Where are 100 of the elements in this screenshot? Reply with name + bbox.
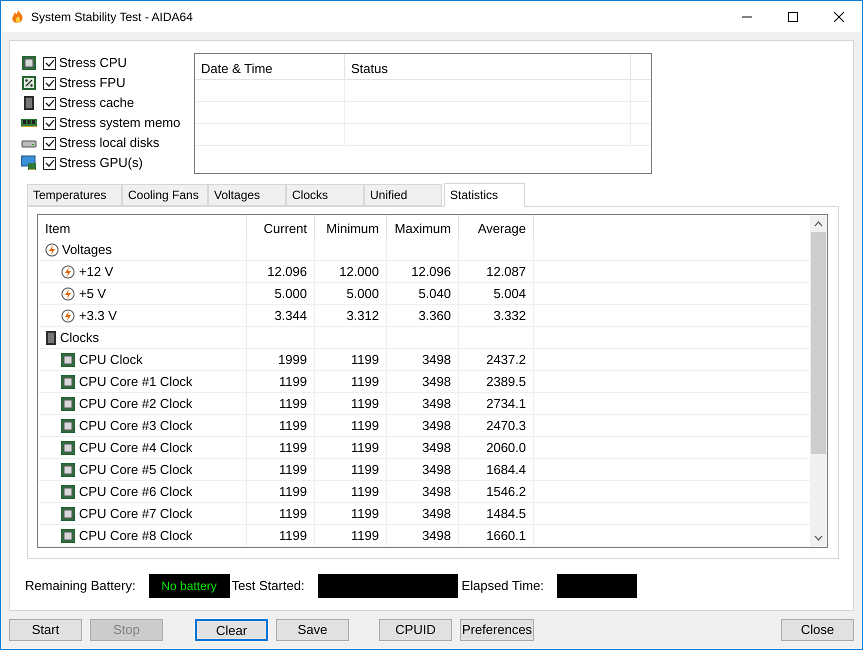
maximize-icon: [788, 12, 798, 22]
table-cell: 1199: [247, 437, 315, 458]
battery-display: No battery: [148, 574, 230, 598]
table-cell: 1999: [247, 349, 315, 370]
chip-icon: [61, 462, 75, 476]
chip-icon: [61, 528, 75, 542]
item-label: CPU Core #7 Clock: [79, 504, 192, 523]
column-header[interactable]: Item: [38, 215, 247, 239]
chip-icon: [61, 374, 75, 388]
tab[interactable]: Voltages: [208, 184, 286, 206]
item-label: CPU Core #5 Clock: [79, 460, 192, 479]
memory-chip-icon: [45, 330, 57, 344]
tab[interactable]: Temperatures: [27, 184, 122, 206]
table-cell: 1484.5: [459, 503, 534, 524]
column-header[interactable]: Average: [459, 215, 534, 239]
table-cell: 5.040: [387, 283, 459, 304]
stress-checkbox[interactable]: Stress GPU(s): [43, 153, 143, 173]
table-cell: 1199: [315, 525, 387, 546]
column-header[interactable]: Date & Time: [195, 54, 345, 79]
lightning-icon: [45, 242, 59, 256]
table-cell: 1199: [315, 371, 387, 392]
stress-checkbox[interactable]: Stress local disks: [43, 133, 160, 153]
table-cell: 1199: [315, 349, 387, 370]
scroll-thumb[interactable]: [811, 232, 826, 454]
tab[interactable]: Clocks: [286, 184, 364, 206]
table-cell: 12.087: [459, 261, 534, 282]
table-cell: 3498: [387, 393, 459, 414]
table-cell: 1199: [247, 459, 315, 480]
dialog-button[interactable]: Save: [276, 619, 349, 641]
tab[interactable]: Cooling Fans: [122, 184, 208, 206]
table-cell: 1199: [247, 371, 315, 392]
scrollbar[interactable]: [810, 215, 827, 547]
table-cell: 1199: [315, 437, 387, 458]
dialog-button[interactable]: Close: [781, 619, 854, 641]
lightning-icon: [61, 286, 75, 300]
chip-icon: [21, 55, 37, 71]
lightning-icon: [61, 264, 75, 278]
column-header[interactable]: Maximum: [387, 215, 459, 239]
tab[interactable]: Statistics: [444, 183, 525, 207]
table-cell: 1199: [247, 481, 315, 502]
table-cell: 3498: [387, 349, 459, 370]
table-cell: 1199: [315, 503, 387, 524]
tab[interactable]: Unified: [364, 184, 442, 206]
item-label: +5 V: [79, 284, 106, 303]
item-label: CPU Core #3 Clock: [79, 416, 192, 435]
monitor-icon: [21, 155, 37, 171]
window-title: System Stability Test - AIDA64: [31, 8, 193, 26]
percent-chip-icon: [21, 75, 37, 91]
table-cell: 1199: [315, 393, 387, 414]
table-cell: 3.332: [459, 305, 534, 326]
stress-checkbox[interactable]: Stress system memo: [43, 113, 180, 133]
lightning-icon: [61, 308, 75, 322]
table-cell: 3498: [387, 503, 459, 524]
item-label: CPU Core #6 Clock: [79, 482, 192, 501]
table-cell: 2734.1: [459, 393, 534, 414]
table-cell: 2389.5: [459, 371, 534, 392]
dialog-button[interactable]: Preferences: [460, 619, 534, 641]
stress-checkbox[interactable]: Stress CPU: [43, 53, 127, 73]
table-cell: 5.000: [247, 283, 315, 304]
table-cell: 1546.2: [459, 481, 534, 502]
table-cell: 2470.3: [459, 415, 534, 436]
table-cell: 3.360: [387, 305, 459, 326]
table-cell: 12.096: [387, 261, 459, 282]
table-cell: 3.312: [315, 305, 387, 326]
table-cell: 3498: [387, 437, 459, 458]
stress-checkbox[interactable]: Stress cache: [43, 93, 134, 113]
item-label: +3.3 V: [79, 306, 117, 325]
dialog-button[interactable]: Start: [9, 619, 82, 641]
column-header[interactable]: Current: [247, 215, 315, 239]
table-cell: 12.000: [315, 261, 387, 282]
table-cell: 12.096: [247, 261, 315, 282]
column-header[interactable]: Status: [345, 54, 631, 79]
elapsed-time-label: Elapsed Time:: [462, 577, 544, 596]
table-cell: 1199: [315, 415, 387, 436]
table-cell: 1684.4: [459, 459, 534, 480]
item-label: CPU Core #1 Clock: [79, 372, 192, 391]
item-label: CPU Clock: [79, 350, 143, 369]
table-cell: 2437.2: [459, 349, 534, 370]
table-cell: 3498: [387, 459, 459, 480]
table-cell: 3498: [387, 415, 459, 436]
table-cell: 3498: [387, 481, 459, 502]
table-cell: 1199: [315, 481, 387, 502]
chip-icon: [61, 484, 75, 498]
group-label: Voltages: [62, 240, 112, 259]
dialog-button[interactable]: Clear: [195, 619, 268, 641]
group-label: Clocks: [60, 328, 100, 347]
table-cell: 3.344: [247, 305, 315, 326]
table-cell: 2060.0: [459, 437, 534, 458]
item-label: CPU Core #8 Clock: [79, 526, 192, 545]
table-cell: 1199: [247, 393, 315, 414]
table-cell: 1199: [247, 503, 315, 524]
dialog-button[interactable]: CPUID: [379, 619, 452, 641]
column-header[interactable]: Minimum: [315, 215, 387, 239]
chip-icon: [61, 352, 75, 366]
group-row[interactable]: Voltages: [38, 239, 247, 260]
table-cell: 1199: [247, 415, 315, 436]
stress-checkbox[interactable]: Stress FPU: [43, 73, 126, 93]
group-row[interactable]: Clocks: [38, 327, 247, 348]
table-cell: 3498: [387, 525, 459, 546]
close-icon: [834, 12, 844, 22]
